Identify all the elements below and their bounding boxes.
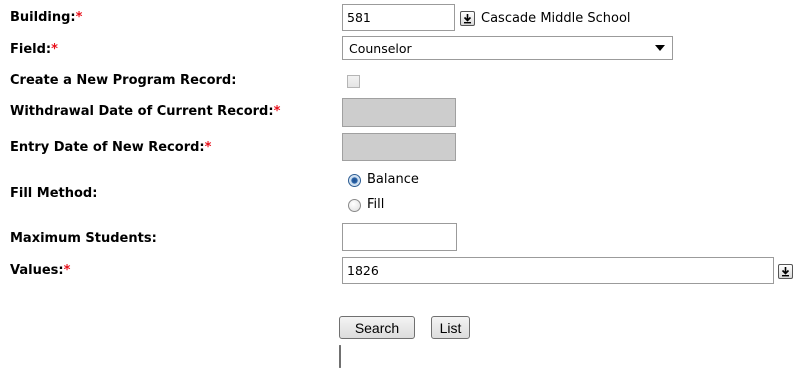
- required-marker: *: [273, 104, 281, 119]
- fill-method-label: Fill Method:: [10, 186, 98, 201]
- field-select[interactable]: Counselor: [342, 36, 673, 60]
- building-name: Cascade Middle School: [481, 11, 631, 26]
- entry-date-input[interactable]: [342, 133, 456, 161]
- create-new-label: Create a New Program Record:: [10, 73, 237, 88]
- building-value: 581: [347, 10, 371, 25]
- download-arrow-icon: [781, 267, 790, 277]
- fill-method-radio-balance[interactable]: [348, 174, 361, 187]
- max-students-input[interactable]: [342, 223, 457, 251]
- max-students-label: Maximum Students:: [10, 231, 157, 246]
- field-select-value: Counselor: [349, 41, 412, 56]
- fill-method-option-fill: Fill: [367, 197, 385, 212]
- chevron-down-icon: [655, 45, 665, 51]
- download-arrow-icon: [463, 14, 472, 24]
- building-lookup-button[interactable]: [460, 11, 475, 26]
- building-input[interactable]: 581: [342, 4, 455, 31]
- field-label: Field:*: [10, 42, 58, 57]
- values-label: Values:*: [10, 263, 71, 278]
- search-button[interactable]: Search: [339, 316, 415, 339]
- required-marker: *: [204, 140, 212, 155]
- values-value: 1826: [347, 263, 379, 278]
- withdrawal-date-input[interactable]: [342, 98, 456, 127]
- required-marker: *: [63, 263, 71, 278]
- create-new-checkbox[interactable]: [347, 75, 360, 88]
- required-marker: *: [51, 42, 58, 57]
- values-lookup-button[interactable]: [778, 264, 793, 279]
- fill-method-radio-fill[interactable]: [348, 199, 361, 212]
- values-input[interactable]: 1826: [342, 257, 774, 284]
- building-label: Building:*: [10, 10, 83, 25]
- entry-date-label: Entry Date of New Record:*: [10, 140, 212, 155]
- list-button[interactable]: List: [431, 316, 470, 339]
- required-marker: *: [75, 10, 83, 25]
- fill-method-option-balance: Balance: [367, 172, 419, 187]
- withdrawal-date-label: Withdrawal Date of Current Record:*: [10, 104, 281, 119]
